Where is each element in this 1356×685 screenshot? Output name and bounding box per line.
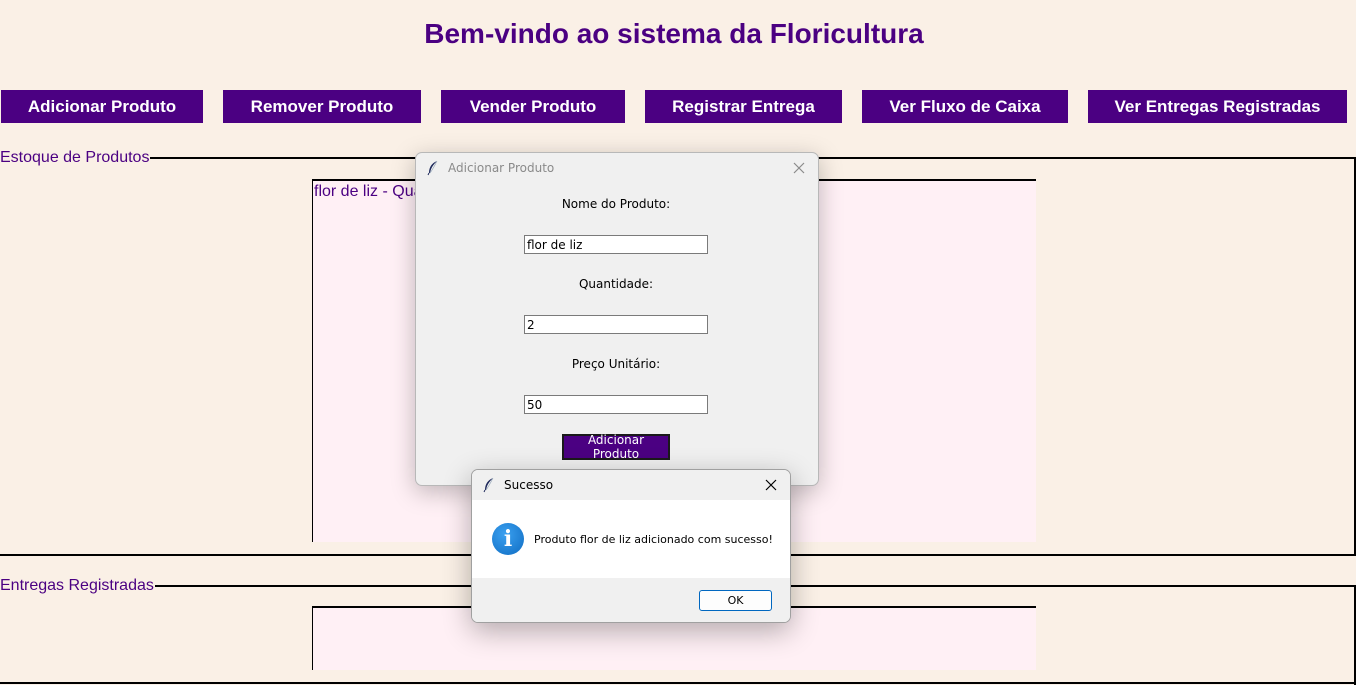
success-message: Produto flor de liz adicionado com suces… [534,533,773,546]
dialog-title: Adicionar Produto [448,161,555,175]
register-delivery-button[interactable]: Registrar Entrega [645,90,842,123]
product-name-input[interactable] [524,235,708,254]
feather-icon [483,477,494,493]
page-title: Bem-vindo ao sistema da Floricultura [424,18,924,49]
ok-button[interactable]: OK [699,590,772,611]
sell-product-button[interactable]: Vender Produto [441,90,625,123]
close-icon[interactable] [760,474,782,496]
close-icon[interactable] [788,157,810,179]
quantity-input[interactable] [524,315,708,334]
submit-add-product-button[interactable]: Adicionar Produto [562,433,670,461]
deliveries-frame-label: Entregas Registradas [0,577,155,595]
feather-icon [427,160,438,176]
success-title: Sucesso [504,478,554,492]
product-name-label: Nome do Produto: [561,197,671,211]
unit-price-input[interactable] [524,395,708,414]
button-area: OK [472,578,790,622]
add-product-button[interactable]: Adicionar Produto [1,90,203,123]
stock-frame-label: Estoque de Produtos [0,149,151,167]
remove-product-button[interactable]: Remover Produto [223,90,421,123]
success-dialog: Sucesso i Produto flor de liz adicionado… [471,469,791,623]
quantity-label: Quantidade: [578,277,654,291]
info-icon: i [492,523,524,555]
cash-flow-button[interactable]: Ver Fluxo de Caixa [862,90,1068,123]
dialog-titlebar: Adicionar Produto [416,153,818,183]
success-titlebar: Sucesso [472,470,790,500]
add-product-dialog: Adicionar Produto Nome do Produto: Quant… [415,152,819,486]
view-deliveries-button[interactable]: Ver Entregas Registradas [1088,90,1347,123]
message-area: i Produto flor de liz adicionado com suc… [472,500,790,578]
unit-price-label: Preço Unitário: [571,357,661,371]
